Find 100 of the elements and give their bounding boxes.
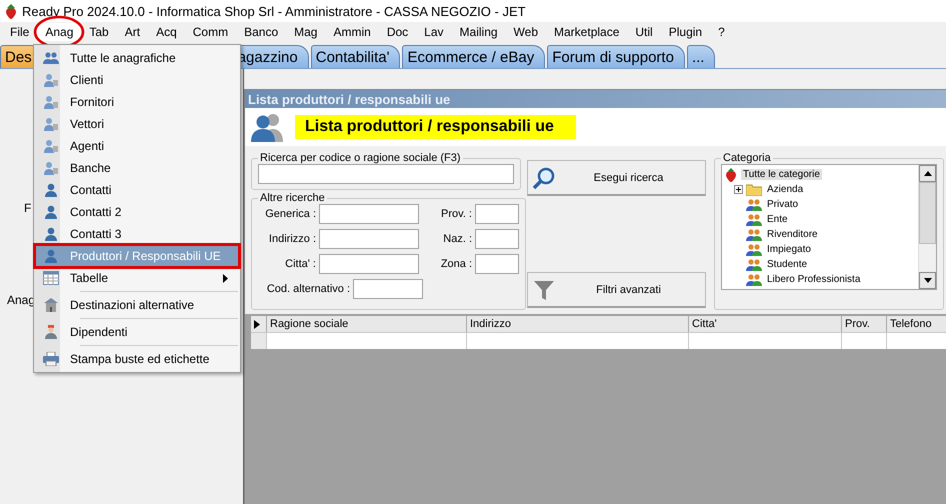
field-label: Generica : <box>264 208 316 220</box>
field-label: Zona : <box>440 258 472 270</box>
menu-item[interactable]: Ammin <box>325 23 379 41</box>
tree-item[interactable]: Ente <box>765 214 790 225</box>
menu-item[interactable]: Fornitori <box>36 91 238 113</box>
worker-icon <box>43 324 59 340</box>
table-icon <box>43 271 59 285</box>
menu-item[interactable]: ? <box>710 23 733 41</box>
search-icon <box>532 166 556 190</box>
person-icon <box>43 248 59 264</box>
field-label: Prov. : <box>440 208 472 220</box>
menu-item[interactable]: Mailing <box>452 23 506 41</box>
tree-item[interactable]: Azienda <box>765 184 806 195</box>
strawberry-icon <box>724 168 738 182</box>
expand-icon[interactable] <box>734 185 743 194</box>
column-header[interactable]: Ragione sociale <box>267 316 467 332</box>
input-field[interactable] <box>319 204 419 224</box>
people-icon <box>746 212 762 226</box>
group-title: Categoria <box>722 152 772 164</box>
person-card-icon <box>43 72 59 88</box>
tree-item[interactable]: Tutte le categorie <box>741 169 822 180</box>
building-icon <box>43 297 59 313</box>
menu-item[interactable]: Tabelle <box>36 267 238 289</box>
group-title: Ricerca per codice o ragione sociale (F3) <box>259 152 462 164</box>
input-field[interactable] <box>319 229 419 249</box>
input-field[interactable] <box>475 204 519 224</box>
tab[interactable]: ... <box>686 45 716 68</box>
column-header[interactable]: Telefono <box>887 316 946 332</box>
person-card-icon <box>43 160 59 176</box>
tree-item[interactable]: Impiegato <box>765 244 813 255</box>
menu-item[interactable]: Destinazioni alternative <box>36 294 238 316</box>
input-field[interactable] <box>353 279 423 299</box>
field-label: Citta' : <box>284 258 316 270</box>
menu-item[interactable]: Stampa buste ed etichette <box>36 348 238 370</box>
submenu-arrow-icon <box>223 274 228 282</box>
field-label: Naz. : <box>442 233 472 245</box>
person-card-icon <box>43 116 59 132</box>
filter-button[interactable]: Filtri avanzati <box>527 272 706 308</box>
menu-item[interactable]: Vettori <box>36 113 238 135</box>
people-icon <box>43 51 59 65</box>
tree-item[interactable]: Rivenditore <box>765 229 820 240</box>
menu-item[interactable]: Marketplace <box>546 23 628 41</box>
person-card-icon <box>43 94 59 110</box>
window-title: Lista produttori / responsabili ue <box>245 90 946 108</box>
person-card-icon <box>43 138 59 154</box>
strawberry-icon <box>4 4 18 18</box>
tab[interactable]: Contabilita' <box>310 45 400 68</box>
scroll-down-icon[interactable] <box>919 272 936 289</box>
menu-item[interactable]: Web <box>506 23 546 41</box>
menu-item[interactable]: Banche <box>36 157 238 179</box>
tree-item[interactable]: Studente <box>765 259 810 270</box>
tree-item[interactable]: Privato <box>765 199 800 210</box>
menu-item[interactable]: Anag <box>37 23 82 41</box>
search-button[interactable]: Esegui ricerca <box>527 160 706 196</box>
menu-item[interactable]: Comm <box>184 23 236 41</box>
menu-item[interactable]: Mag <box>286 23 326 41</box>
menu-item[interactable]: Contatti 3 <box>36 223 238 245</box>
search-field[interactable] <box>258 164 514 184</box>
group-title: Altre ricerche <box>259 192 326 204</box>
field-label: Cod. alternativo : <box>266 283 350 295</box>
input-field[interactable] <box>319 254 419 274</box>
column-header[interactable]: Citta' <box>689 316 842 332</box>
menu-item[interactable]: Art <box>116 23 148 41</box>
menu-item[interactable]: Tab <box>81 23 117 41</box>
menu-item[interactable]: Doc <box>378 23 416 41</box>
field-label: Indirizzo : <box>268 233 316 245</box>
tree-item[interactable]: Libero Professionista <box>765 274 862 285</box>
scrollbar-thumb[interactable] <box>919 182 936 244</box>
person-icon <box>43 204 59 220</box>
person-icon <box>43 182 59 198</box>
row-pointer-icon <box>254 320 260 328</box>
menu-item[interactable]: Banco <box>236 23 286 41</box>
menu-item[interactable]: Agenti <box>36 135 238 157</box>
page-heading: Lista produttori / responsabili ue <box>295 115 576 139</box>
menu-item[interactable]: Plugin <box>660 23 710 41</box>
table-cell <box>842 332 887 349</box>
input-field[interactable] <box>475 229 519 249</box>
people-icon <box>746 198 762 212</box>
people-icon <box>746 272 762 286</box>
menu-item[interactable]: Dipendenti <box>36 321 238 343</box>
menu-item[interactable]: Acq <box>148 23 185 41</box>
menu-item[interactable]: File <box>2 23 38 41</box>
window-title: Ready Pro 2024.10.0 - Informatica Shop Srl - Amministratore - CASSA NEGOZIO - JET <box>22 4 526 18</box>
tab[interactable]: Forum di supporto <box>547 45 685 68</box>
column-header[interactable]: Indirizzo <box>467 316 689 332</box>
people-icon <box>746 242 762 256</box>
people-icon <box>251 112 285 142</box>
folder-icon <box>746 183 762 196</box>
menu-item[interactable]: Lav <box>416 23 452 41</box>
menu-item[interactable]: Util <box>627 23 661 41</box>
menu-item[interactable]: Contatti <box>36 179 238 201</box>
panel-label: F <box>24 201 32 215</box>
people-icon <box>746 258 762 272</box>
input-field[interactable] <box>475 254 519 274</box>
scroll-up-icon[interactable] <box>919 165 936 182</box>
menu-item[interactable]: Contatti 2 <box>36 201 238 223</box>
people-icon <box>746 228 762 242</box>
column-header[interactable]: Prov. <box>842 316 887 332</box>
menu-item[interactable]: Clienti <box>36 69 238 91</box>
tab[interactable]: Ecommerce / eBay <box>402 45 546 68</box>
